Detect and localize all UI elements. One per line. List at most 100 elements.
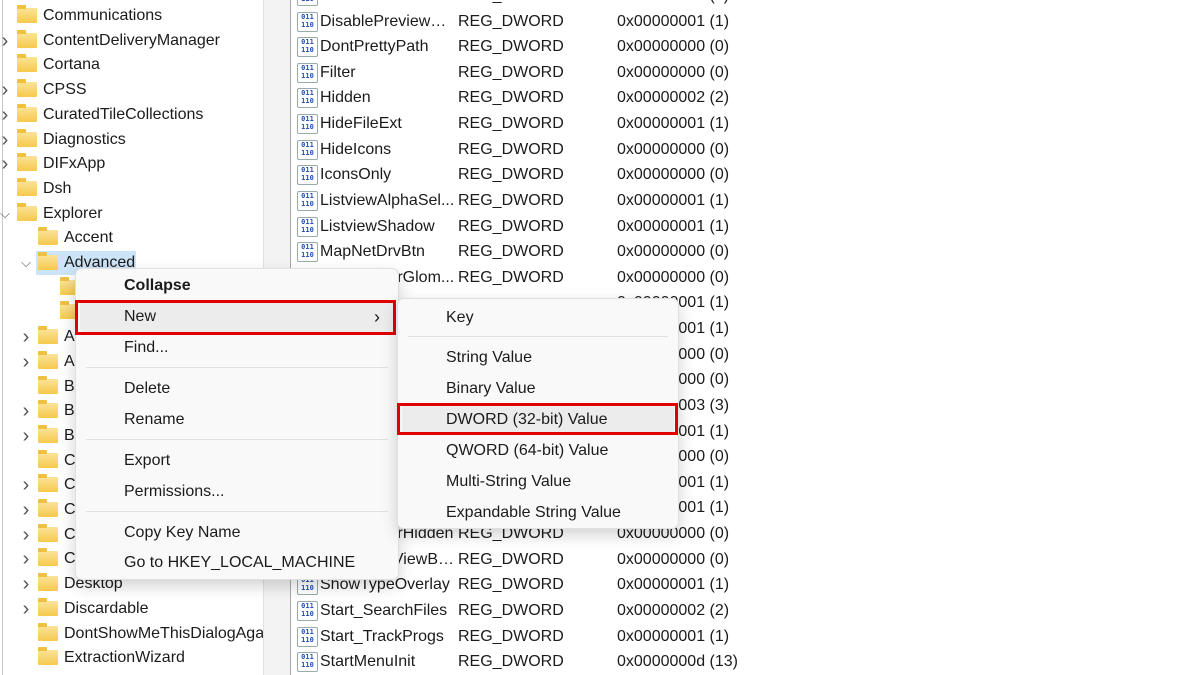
menu-item-permissions[interactable]: Permissions... xyxy=(80,477,394,507)
tree-item-label: Communications xyxy=(43,7,163,24)
value-row[interactable]: 011 110 Hidden REG_DWORD 0x00000002 (2) xyxy=(290,85,1190,110)
folder-icon xyxy=(17,177,37,196)
value-row[interactable]: 011 110AutoCheckSelectREG_DWORD 0x0000000… xyxy=(290,0,1190,8)
tree-item-label: A xyxy=(64,352,75,370)
folder-icon xyxy=(38,523,58,542)
tree-item[interactable]: › CPSS xyxy=(0,78,263,102)
folder-icon xyxy=(38,375,58,394)
menu-item-delete[interactable]: Delete xyxy=(80,374,394,404)
folder-icon xyxy=(17,79,37,98)
chevron-right-icon[interactable]: › xyxy=(20,572,32,596)
value-name: DontPrettyPath xyxy=(320,38,429,56)
chevron-right-icon[interactable]: › xyxy=(20,498,32,522)
value-type: REG_DWORD xyxy=(458,550,564,568)
chevron-right-icon[interactable]: › xyxy=(20,547,32,571)
menu-item-rename[interactable]: Rename xyxy=(80,405,394,435)
tree-item[interactable]: Cortana xyxy=(0,53,263,77)
value-data: 0x00000000 (0) xyxy=(617,140,730,158)
submenu-item-key[interactable]: Key xyxy=(402,303,674,333)
tree-item[interactable]: › ContentDeliveryManager xyxy=(0,29,263,53)
chevron-right-icon[interactable]: › xyxy=(0,152,11,176)
menu-item-find[interactable]: Find... xyxy=(80,333,394,363)
tree-item[interactable]: › DIFxApp xyxy=(0,152,263,176)
value-row[interactable]: 011 110 MapNetDrvBtn REG_DWORD 0x00000000 (… xyxy=(290,239,1190,264)
tree-item[interactable]: › Diagnostics xyxy=(0,128,263,152)
submenu-item-dword-value[interactable]: DWORD (32-bit) Value xyxy=(402,405,674,435)
submenu-item-qword-value[interactable]: QWORD (64-bit) Value xyxy=(402,436,674,466)
tree-item-label: C xyxy=(64,525,76,543)
tree-item-label: CuratedTileCollections xyxy=(43,105,204,123)
tree-item[interactable]: Accent xyxy=(0,226,263,250)
value-row[interactable]: 011 110 StartMenuInit REG_DWORD 0x0000000d … xyxy=(290,649,1190,674)
value-row[interactable]: 011 110 Filter REG_DWORD 0x00000000 (0) xyxy=(290,60,1190,85)
value-row[interactable]: 011 110 ShowTypeOverlay REG_DWORD 0x0000000… xyxy=(290,572,1190,597)
value-row[interactable]: 011 110ShowTaskViewBu...REG_DWORD0x00000… xyxy=(290,547,1190,572)
tree-item-label: DIFxApp xyxy=(43,155,106,173)
folder-icon xyxy=(38,474,58,493)
tree-item-label: Accent xyxy=(64,229,113,247)
tree-item[interactable]: Communications xyxy=(0,4,263,28)
value-type: REG_DWORD xyxy=(458,576,564,594)
value-row[interactable]: 011 110 ListviewShadow REG_DWORD 0x00000001… xyxy=(290,214,1190,239)
folder-icon xyxy=(38,400,58,419)
menu-item-copy-key-name[interactable]: Copy Key Name xyxy=(80,518,394,548)
tree-item[interactable]: DontShowMeThisDialogAga xyxy=(0,622,263,646)
value-name: ListviewAlphaSel... xyxy=(320,191,455,209)
tree-item-label: A xyxy=(64,328,75,346)
menu-separator xyxy=(408,336,668,337)
tree-item[interactable]: ⌵ Explorer xyxy=(0,202,263,226)
value-row[interactable]: 011 110 DontPrettyPath REG_DWORD 0x00000000… xyxy=(290,34,1190,59)
chevron-right-icon[interactable]: › xyxy=(20,325,32,349)
value-row[interactable]: 011 110 DisablePreviewD... REG_DWORD 0x0000… xyxy=(290,9,1190,34)
value-type: REG_DWORD xyxy=(458,601,564,619)
value-data: 0x00000000 (0) xyxy=(617,550,730,568)
tree-item[interactable]: Dsh xyxy=(0,177,263,201)
value-row[interactable]: 011 110MMTaskbarGlom...REG_DWORD0x000000… xyxy=(290,265,1190,290)
context-menu: Collapse New › Find... Delete Rename Expo… xyxy=(75,268,399,580)
tree-item-label: B xyxy=(64,377,75,395)
chevron-right-icon[interactable]: › xyxy=(20,424,32,448)
tree-item-label: C xyxy=(64,550,76,568)
value-name: Start_SearchFiles xyxy=(320,601,448,619)
submenu-item-expandable-string-value[interactable]: Expandable String Value xyxy=(402,498,674,528)
value-row[interactable]: 011 110 ListviewAlphaSel... REG_DWORD 0x000… xyxy=(290,188,1190,213)
value-type: REG_DWORD xyxy=(458,63,564,81)
menu-item-goto-hklm[interactable]: Go to HKEY_LOCAL_MACHINE xyxy=(80,548,394,578)
menu-item-collapse[interactable]: Collapse xyxy=(80,271,394,301)
value-name: Filter xyxy=(320,63,356,81)
value-row[interactable]: 011 110 Start_TrackProgs REG_DWORD 0x000000… xyxy=(290,624,1190,649)
chevron-down-icon[interactable]: ⌵ xyxy=(0,202,11,226)
folder-icon xyxy=(38,647,58,666)
value-type: REG_DWORD xyxy=(458,166,564,184)
menu-item-export[interactable]: Export xyxy=(80,446,394,476)
tree-item-label: Diagnostics xyxy=(43,130,126,148)
chevron-right-icon[interactable]: › xyxy=(20,523,32,547)
submenu-item-string-value[interactable]: String Value xyxy=(402,343,674,373)
value-row[interactable]: 011 110 Start_SearchFiles REG_DWORD 0x00000… xyxy=(290,598,1190,623)
chevron-right-icon[interactable]: › xyxy=(0,78,11,102)
value-name: Start_TrackProgs xyxy=(320,627,444,645)
tree-item[interactable]: › Discardable xyxy=(0,597,263,621)
reg-dword-icon: 011 110 xyxy=(297,600,318,621)
chevron-right-icon[interactable]: › xyxy=(0,103,11,127)
value-name: HideIcons xyxy=(320,140,392,158)
tree-item[interactable]: ExtractionWizard xyxy=(0,646,263,670)
chevron-right-icon[interactable]: › xyxy=(20,350,32,374)
value-row[interactable]: 011 110 HideFileExt REG_DWORD 0x00000001 (1… xyxy=(290,111,1190,136)
submenu-item-binary-value[interactable]: Binary Value xyxy=(402,374,674,404)
menu-item-new[interactable]: New › xyxy=(80,302,394,332)
submenu-item-multi-string-value[interactable]: Multi-String Value xyxy=(402,467,674,497)
chevron-right-icon[interactable]: › xyxy=(20,597,32,621)
chevron-down-icon[interactable]: ⌵ xyxy=(20,251,32,275)
value-name: AutoCheckSelect xyxy=(320,0,455,8)
value-row[interactable]: 011 110 HideIcons REG_DWORD 0x00000000 (0) xyxy=(290,137,1190,162)
value-row[interactable]: 011 110 IconsOnly REG_DWORD 0x00000000 (0) xyxy=(290,162,1190,187)
chevron-right-icon[interactable]: › xyxy=(20,473,32,497)
chevron-right-icon[interactable]: › xyxy=(0,128,11,152)
reg-dword-icon: 011 110 xyxy=(297,190,318,211)
chevron-right-icon[interactable]: › xyxy=(20,399,32,423)
reg-dword-icon: 011 110 xyxy=(297,11,318,32)
chevron-right-icon[interactable]: › xyxy=(0,29,11,53)
tree-item[interactable]: › CuratedTileCollections xyxy=(0,103,263,127)
folder-icon xyxy=(17,128,37,147)
